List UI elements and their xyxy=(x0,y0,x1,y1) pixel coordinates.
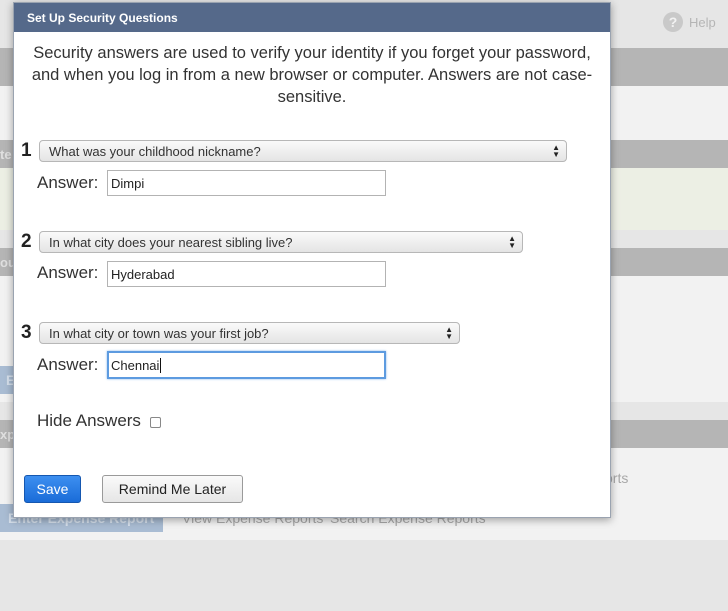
question-3-select[interactable]: In what city or town was your first job?… xyxy=(39,322,460,344)
background-button: E xyxy=(0,366,15,394)
text-caret xyxy=(160,357,162,373)
question-number: 3 xyxy=(21,322,32,343)
help-link[interactable]: ? Help xyxy=(663,12,716,32)
select-value: In what city does your nearest sibling l… xyxy=(49,234,293,250)
question-number: 2 xyxy=(21,231,32,252)
dialog-intro-text: Security answers are used to verify your… xyxy=(31,44,593,106)
select-arrows-icon: ▲ ▼ xyxy=(552,143,560,159)
question-number: 1 xyxy=(21,140,32,161)
dialog-title: Set Up Security Questions xyxy=(14,3,610,32)
question-1-select[interactable]: What was your childhood nickname? ▲ ▼ xyxy=(39,140,567,162)
select-arrows-icon: ▲ ▼ xyxy=(445,325,453,341)
answer-value: Hyderabad xyxy=(111,266,175,282)
question-2-select[interactable]: In what city does your nearest sibling l… xyxy=(39,231,523,253)
answer-1-input[interactable]: Dimpi xyxy=(107,170,386,196)
select-value: What was your childhood nickname? xyxy=(49,143,261,159)
security-questions-dialog: Set Up Security Questions Security answe… xyxy=(13,2,611,518)
hide-answers-checkbox[interactable] xyxy=(149,416,161,428)
answer-3-input[interactable]: Chennai xyxy=(107,351,386,379)
remind-me-later-button[interactable]: Remind Me Later xyxy=(102,475,243,503)
answer-label: Answer: xyxy=(37,173,99,192)
help-icon: ? xyxy=(663,12,683,32)
help-label: Help xyxy=(689,14,716,30)
background-text: te xyxy=(0,147,12,162)
hide-answers-label: Hide Answers xyxy=(37,411,141,430)
select-value: In what city or town was your first job? xyxy=(49,325,269,341)
hide-answers-row: Hide Answers xyxy=(37,411,161,431)
answer-label: Answer: xyxy=(37,263,99,282)
save-button[interactable]: Save xyxy=(24,475,81,503)
select-arrows-icon: ▲ ▼ xyxy=(508,234,516,250)
answer-2-input[interactable]: Hyderabad xyxy=(107,261,386,287)
answer-value: Dimpi xyxy=(111,175,145,191)
answer-label: Answer: xyxy=(37,355,99,374)
answer-value: Chennai xyxy=(111,357,160,373)
